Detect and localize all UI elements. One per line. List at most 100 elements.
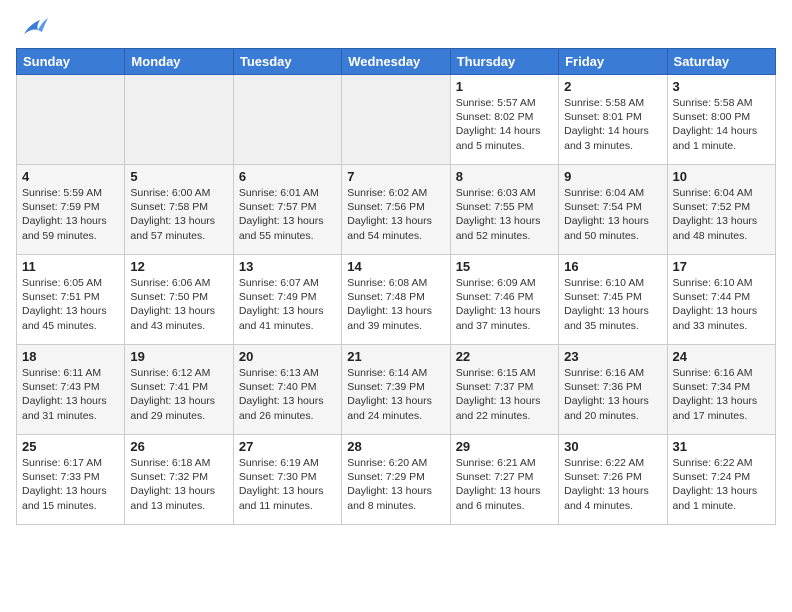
day-info: Sunrise: 5:59 AM Sunset: 7:59 PM Dayligh… <box>22 186 119 243</box>
day-number: 10 <box>673 169 770 184</box>
day-number: 1 <box>456 79 553 94</box>
calendar-cell: 15 Sunrise: 6:09 AM Sunset: 7:46 PM Dayli… <box>450 255 558 345</box>
day-number: 3 <box>673 79 770 94</box>
calendar-cell: 24 Sunrise: 6:16 AM Sunset: 7:34 PM Dayli… <box>667 345 775 435</box>
calendar-week-row: 1Sunrise: 5:57 AM Sunset: 8:02 PM Daylig… <box>17 75 776 165</box>
calendar-cell: 10Sunrise: 6:04 AM Sunset: 7:52 PM Dayli… <box>667 165 775 255</box>
day-number: 2 <box>564 79 661 94</box>
day-info: Sunrise: 6:01 AM Sunset: 7:57 PM Dayligh… <box>239 186 336 243</box>
day-number: 16 <box>564 259 661 274</box>
calendar-cell: 22Sunrise: 6:15 AM Sunset: 7:37 PM Dayli… <box>450 345 558 435</box>
calendar-week-row: 25 Sunrise: 6:17 AM Sunset: 7:33 PM Dayli… <box>17 435 776 525</box>
day-number: 11 <box>22 259 119 274</box>
weekday-header-wednesday: Wednesday <box>342 49 450 75</box>
calendar-cell: 30 Sunrise: 6:22 AM Sunset: 7:26 PM Dayli… <box>559 435 667 525</box>
weekday-header-friday: Friday <box>559 49 667 75</box>
day-number: 31 <box>673 439 770 454</box>
calendar-cell: 18 Sunrise: 6:11 AM Sunset: 7:43 PM Dayli… <box>17 345 125 435</box>
day-number: 19 <box>130 349 227 364</box>
day-info: Sunrise: 6:07 AM Sunset: 7:49 PM Dayligh… <box>239 276 336 333</box>
day-info: Sunrise: 6:16 AM Sunset: 7:36 PM Dayligh… <box>564 366 661 423</box>
day-info: Sunrise: 6:18 AM Sunset: 7:32 PM Dayligh… <box>130 456 227 513</box>
calendar-cell: 28Sunrise: 6:20 AM Sunset: 7:29 PM Dayli… <box>342 435 450 525</box>
calendar-cell: 19Sunrise: 6:12 AM Sunset: 7:41 PM Dayli… <box>125 345 233 435</box>
calendar-cell: 29 Sunrise: 6:21 AM Sunset: 7:27 PM Dayli… <box>450 435 558 525</box>
day-info: Sunrise: 6:22 AM Sunset: 7:26 PM Dayligh… <box>564 456 661 513</box>
calendar-cell: 2Sunrise: 5:58 AM Sunset: 8:01 PM Daylig… <box>559 75 667 165</box>
day-number: 13 <box>239 259 336 274</box>
weekday-header-tuesday: Tuesday <box>233 49 341 75</box>
day-info: Sunrise: 6:02 AM Sunset: 7:56 PM Dayligh… <box>347 186 444 243</box>
calendar-cell: 16 Sunrise: 6:10 AM Sunset: 7:45 PM Dayli… <box>559 255 667 345</box>
calendar-cell: 20 Sunrise: 6:13 AM Sunset: 7:40 PM Dayli… <box>233 345 341 435</box>
calendar-cell: 1Sunrise: 5:57 AM Sunset: 8:02 PM Daylig… <box>450 75 558 165</box>
calendar-cell <box>125 75 233 165</box>
calendar-cell: 27 Sunrise: 6:19 AM Sunset: 7:30 PM Dayli… <box>233 435 341 525</box>
calendar-cell: 7 Sunrise: 6:02 AM Sunset: 7:56 PM Daylig… <box>342 165 450 255</box>
day-info: Sunrise: 6:08 AM Sunset: 7:48 PM Dayligh… <box>347 276 444 333</box>
day-number: 5 <box>130 169 227 184</box>
day-info: Sunrise: 6:17 AM Sunset: 7:33 PM Dayligh… <box>22 456 119 513</box>
calendar-table: SundayMondayTuesdayWednesdayThursdayFrid… <box>16 48 776 525</box>
calendar-cell: 17Sunrise: 6:10 AM Sunset: 7:44 PM Dayli… <box>667 255 775 345</box>
calendar-cell: 23 Sunrise: 6:16 AM Sunset: 7:36 PM Dayli… <box>559 345 667 435</box>
day-number: 20 <box>239 349 336 364</box>
day-info: Sunrise: 6:21 AM Sunset: 7:27 PM Dayligh… <box>456 456 553 513</box>
weekday-header-thursday: Thursday <box>450 49 558 75</box>
day-number: 30 <box>564 439 661 454</box>
day-number: 18 <box>22 349 119 364</box>
weekday-header-sunday: Sunday <box>17 49 125 75</box>
day-info: Sunrise: 6:16 AM Sunset: 7:34 PM Dayligh… <box>673 366 770 423</box>
calendar-cell: 5 Sunrise: 6:00 AM Sunset: 7:58 PM Daylig… <box>125 165 233 255</box>
calendar-cell: 9Sunrise: 6:04 AM Sunset: 7:54 PM Daylig… <box>559 165 667 255</box>
weekday-header-saturday: Saturday <box>667 49 775 75</box>
day-info: Sunrise: 6:14 AM Sunset: 7:39 PM Dayligh… <box>347 366 444 423</box>
calendar-cell: 21 Sunrise: 6:14 AM Sunset: 7:39 PM Dayli… <box>342 345 450 435</box>
day-info: Sunrise: 6:11 AM Sunset: 7:43 PM Dayligh… <box>22 366 119 423</box>
day-info: Sunrise: 6:03 AM Sunset: 7:55 PM Dayligh… <box>456 186 553 243</box>
calendar-cell: 6 Sunrise: 6:01 AM Sunset: 7:57 PM Daylig… <box>233 165 341 255</box>
calendar-cell: 26 Sunrise: 6:18 AM Sunset: 7:32 PM Dayli… <box>125 435 233 525</box>
day-number: 14 <box>347 259 444 274</box>
day-number: 15 <box>456 259 553 274</box>
calendar-cell: 11 Sunrise: 6:05 AM Sunset: 7:51 PM Dayli… <box>17 255 125 345</box>
calendar-cell: 25 Sunrise: 6:17 AM Sunset: 7:33 PM Dayli… <box>17 435 125 525</box>
day-info: Sunrise: 6:13 AM Sunset: 7:40 PM Dayligh… <box>239 366 336 423</box>
logo-bird-icon <box>20 16 48 38</box>
page-header <box>16 16 776 38</box>
calendar-cell <box>233 75 341 165</box>
calendar-cell: 14 Sunrise: 6:08 AM Sunset: 7:48 PM Dayli… <box>342 255 450 345</box>
day-info: Sunrise: 6:09 AM Sunset: 7:46 PM Dayligh… <box>456 276 553 333</box>
day-number: 28 <box>347 439 444 454</box>
day-number: 29 <box>456 439 553 454</box>
day-info: Sunrise: 6:15 AM Sunset: 7:37 PM Dayligh… <box>456 366 553 423</box>
day-info: Sunrise: 6:06 AM Sunset: 7:50 PM Dayligh… <box>130 276 227 333</box>
day-number: 21 <box>347 349 444 364</box>
day-number: 26 <box>130 439 227 454</box>
day-number: 23 <box>564 349 661 364</box>
day-info: Sunrise: 6:05 AM Sunset: 7:51 PM Dayligh… <box>22 276 119 333</box>
calendar-cell: 13 Sunrise: 6:07 AM Sunset: 7:49 PM Dayli… <box>233 255 341 345</box>
day-number: 7 <box>347 169 444 184</box>
day-number: 27 <box>239 439 336 454</box>
calendar-cell <box>17 75 125 165</box>
day-info: Sunrise: 6:19 AM Sunset: 7:30 PM Dayligh… <box>239 456 336 513</box>
logo <box>16 16 48 38</box>
calendar-cell: 8 Sunrise: 6:03 AM Sunset: 7:55 PM Daylig… <box>450 165 558 255</box>
calendar-cell <box>342 75 450 165</box>
weekday-header-monday: Monday <box>125 49 233 75</box>
day-info: Sunrise: 6:00 AM Sunset: 7:58 PM Dayligh… <box>130 186 227 243</box>
day-number: 8 <box>456 169 553 184</box>
day-number: 25 <box>22 439 119 454</box>
calendar-cell: 12Sunrise: 6:06 AM Sunset: 7:50 PM Dayli… <box>125 255 233 345</box>
calendar-week-row: 11 Sunrise: 6:05 AM Sunset: 7:51 PM Dayli… <box>17 255 776 345</box>
day-info: Sunrise: 6:10 AM Sunset: 7:45 PM Dayligh… <box>564 276 661 333</box>
day-number: 4 <box>22 169 119 184</box>
day-info: Sunrise: 6:22 AM Sunset: 7:24 PM Dayligh… <box>673 456 770 513</box>
day-info: Sunrise: 6:10 AM Sunset: 7:44 PM Dayligh… <box>673 276 770 333</box>
day-number: 6 <box>239 169 336 184</box>
calendar-cell: 4 Sunrise: 5:59 AM Sunset: 7:59 PM Daylig… <box>17 165 125 255</box>
calendar-cell: 31 Sunrise: 6:22 AM Sunset: 7:24 PM Dayli… <box>667 435 775 525</box>
day-number: 24 <box>673 349 770 364</box>
calendar-week-row: 4 Sunrise: 5:59 AM Sunset: 7:59 PM Daylig… <box>17 165 776 255</box>
